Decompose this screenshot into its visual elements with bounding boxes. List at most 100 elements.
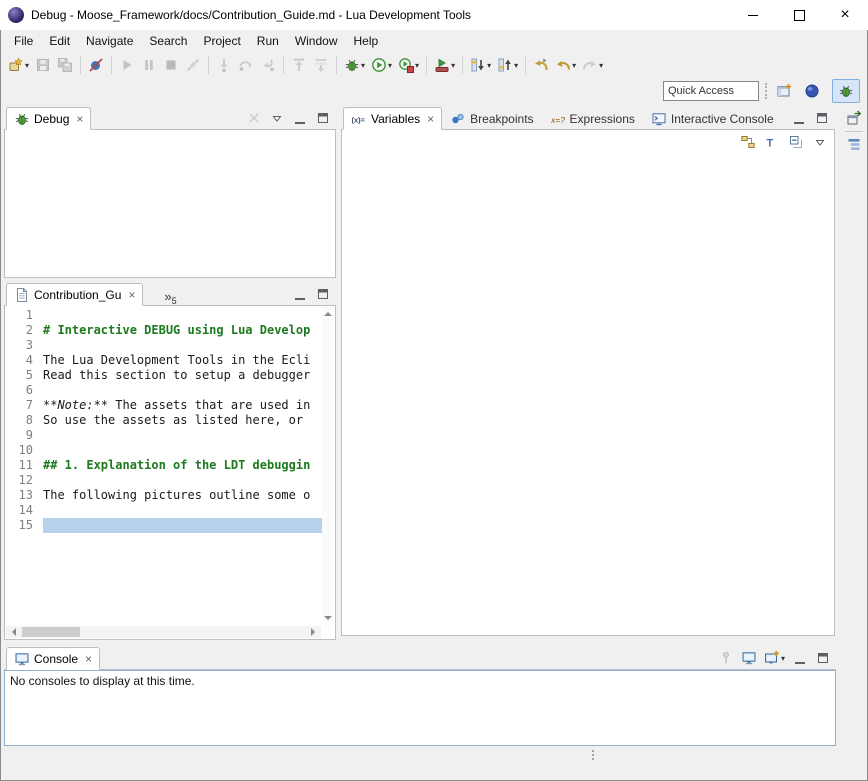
menu-file[interactable]: File [6,30,41,52]
scroll-up-icon[interactable] [324,308,332,316]
line-number[interactable]: 10 [5,443,43,458]
dropdown-arrow-icon[interactable]: ▾ [25,61,29,70]
open-perspective-button[interactable] [776,83,792,99]
console-content[interactable]: No consoles to display at this time. [4,670,836,746]
line-number[interactable]: 13 [5,488,43,503]
debug-button[interactable]: ▾ [342,54,367,76]
line-number[interactable]: 8 [5,413,43,428]
maximize-button[interactable] [776,0,822,30]
scroll-left-icon[interactable] [8,628,16,636]
ldt-perspective-button[interactable] [798,79,826,103]
vertical-scrollbar[interactable] [322,307,334,625]
code-text[interactable]: The Lua Development Tools in the Ecli [43,353,322,368]
tab-console[interactable]: Console × [6,647,100,670]
tab-variables[interactable]: (x)=Variables× [343,107,442,130]
code-text[interactable] [43,443,322,458]
dropdown-arrow-icon[interactable]: ▾ [487,61,491,70]
show-logical-structure-icon[interactable] [740,134,756,150]
suspend-button[interactable] [139,54,159,76]
debug-view-content[interactable] [4,130,336,278]
minimize-button[interactable] [730,0,776,30]
line-number[interactable]: 4 [5,353,43,368]
dropdown-arrow-icon[interactable]: ▾ [361,61,365,70]
code-text[interactable] [43,338,322,353]
menu-help[interactable]: Help [346,30,387,52]
maximize-view-icon[interactable] [315,286,331,302]
horizontal-scrollbar[interactable] [6,626,321,638]
tab-interactive-console[interactable]: Interactive Console [643,107,782,130]
drop-to-frame-button[interactable] [289,54,309,76]
display-selected-console-icon[interactable] [741,650,757,666]
code-text[interactable]: ## 1. Explanation of the LDT debuggin [43,458,322,473]
variables-empty-area[interactable] [342,154,834,635]
code-text[interactable] [43,428,322,443]
code-text[interactable] [43,383,322,398]
code-text[interactable] [43,473,322,488]
code-text[interactable]: # Interactive DEBUG using Lua Develop [43,323,322,338]
line-number[interactable]: 12 [5,473,43,488]
line-number[interactable]: 11 [5,458,43,473]
maximize-view-icon[interactable] [815,650,831,666]
collapse-all-icon[interactable] [788,134,804,150]
show-type-names-icon[interactable]: T [764,134,780,150]
editor-hidden-tabs-chevron[interactable]: » 5 [159,290,181,305]
debug-perspective-button[interactable] [832,79,860,103]
code-area[interactable]: 12# Interactive DEBUG using Lua Develop3… [5,308,322,626]
pin-console-icon[interactable] [718,650,734,666]
code-text[interactable]: So use the assets as listed here, or [43,413,322,428]
menu-search[interactable]: Search [141,30,195,52]
scroll-right-icon[interactable] [311,628,319,636]
run-button[interactable]: ▾ [369,54,394,76]
maximize-view-icon[interactable] [315,110,331,126]
view-menu-icon[interactable] [269,110,285,126]
step-into-button[interactable] [214,54,234,76]
menu-window[interactable]: Window [287,30,346,52]
close-tab-icon[interactable]: × [128,289,135,301]
close-button[interactable]: × [822,0,868,30]
coverage-button[interactable]: ▾ [396,54,421,76]
code-text[interactable] [43,308,322,323]
use-step-filters-button[interactable] [311,54,331,76]
line-number[interactable]: 5 [5,368,43,383]
terminate-button[interactable] [161,54,181,76]
back-button[interactable]: ▾ [553,54,578,76]
line-number[interactable]: 15 [5,518,43,533]
code-text[interactable] [43,518,322,533]
dropdown-arrow-icon[interactable]: ▾ [514,61,518,70]
line-number[interactable]: 2 [5,323,43,338]
scrollbar-thumb[interactable] [22,627,80,637]
line-number[interactable]: 3 [5,338,43,353]
tab-debug[interactable]: Debug × [6,107,91,130]
line-number[interactable]: 9 [5,428,43,443]
last-edit-location-button[interactable] [531,54,551,76]
code-text[interactable]: **Note:** The assets that are used in [43,398,322,413]
view-menu-icon[interactable] [812,134,828,150]
save-button[interactable] [33,54,53,76]
close-tab-icon[interactable]: × [76,113,83,125]
tab-breakpoints[interactable]: Breakpoints [442,107,541,130]
step-return-button[interactable] [258,54,278,76]
restore-view-icon[interactable] [846,110,862,126]
previous-annotation-button[interactable]: ▾ [495,54,520,76]
close-tab-icon[interactable]: × [427,113,434,125]
scroll-down-icon[interactable] [324,616,332,624]
save-all-button[interactable] [55,54,75,76]
menu-run[interactable]: Run [249,30,287,52]
line-number[interactable]: 6 [5,383,43,398]
tab-contribution-guide[interactable]: Contribution_Gu × [6,283,143,306]
dropdown-arrow-icon[interactable]: ▾ [415,61,419,70]
menu-project[interactable]: Project [195,30,248,52]
disconnect-button[interactable] [183,54,203,76]
minimize-view-icon[interactable] [292,110,308,126]
skip-all-breakpoints-button[interactable] [86,54,106,76]
dropdown-arrow-icon[interactable]: ▾ [388,61,392,70]
code-text[interactable]: The following pictures outline some o [43,488,322,503]
forward-button[interactable]: ▾ [580,54,605,76]
open-console-button[interactable]: ▾ [764,650,785,666]
dropdown-arrow-icon[interactable]: ▾ [451,61,455,70]
external-tools-button[interactable]: ▾ [432,54,457,76]
code-text[interactable]: Read this section to setup a debugger [43,368,322,383]
line-number[interactable]: 1 [5,308,43,323]
minimize-view-icon[interactable] [292,286,308,302]
step-over-button[interactable] [236,54,256,76]
